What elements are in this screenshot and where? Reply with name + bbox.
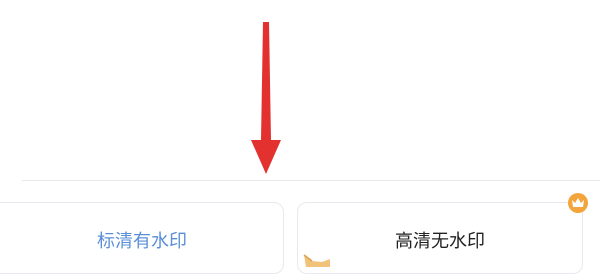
- sd-watermark-label: 标清有水印: [97, 231, 187, 252]
- crown-icon: [568, 193, 588, 213]
- arrow-down-icon: [251, 22, 281, 174]
- hd-no-watermark-label: 高清无水印: [395, 231, 485, 252]
- pointing-hand-icon: [303, 254, 330, 267]
- sd-watermark-option[interactable]: 标清有水印: [0, 202, 284, 274]
- divider: [22, 180, 600, 181]
- hd-no-watermark-option[interactable]: 高清无水印: [297, 202, 583, 274]
